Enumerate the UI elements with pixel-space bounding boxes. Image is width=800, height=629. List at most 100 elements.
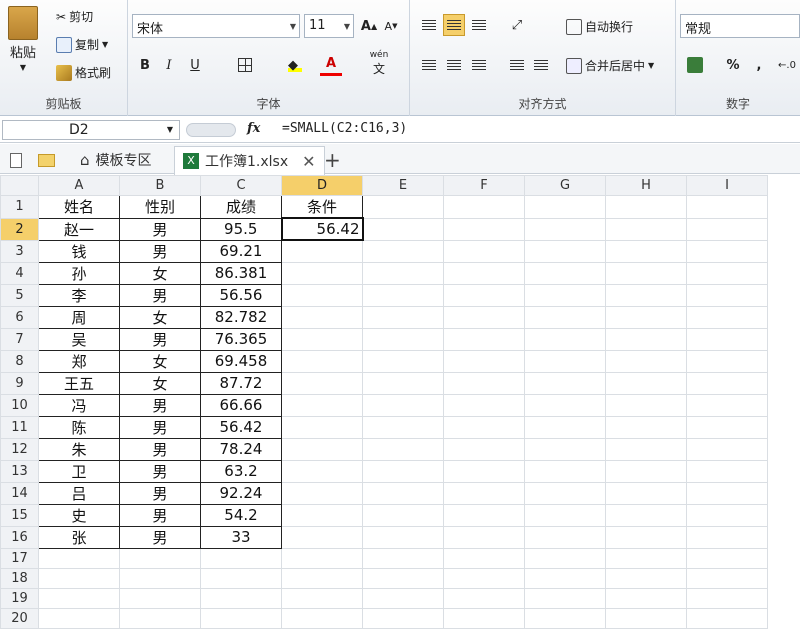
cell-B6[interactable]: 女	[119, 305, 201, 329]
cell-H11[interactable]	[605, 415, 687, 439]
paste-button[interactable]: 粘贴 ▼	[8, 6, 38, 72]
cell-B4[interactable]: 女	[119, 261, 201, 285]
cell-I5[interactable]	[686, 283, 768, 307]
cell-G3[interactable]	[524, 239, 606, 263]
cell-B12[interactable]: 男	[119, 437, 201, 461]
cell-G18[interactable]	[524, 567, 606, 589]
cell-I6[interactable]	[686, 305, 768, 329]
column-header-H[interactable]: H	[605, 175, 687, 196]
row-header-19[interactable]: 19	[0, 587, 39, 609]
tab-workbook[interactable]: X 工作簿1.xlsx ✕	[174, 146, 325, 175]
cell-E7[interactable]	[362, 327, 444, 351]
cell-H12[interactable]	[605, 437, 687, 461]
cell-G10[interactable]	[524, 393, 606, 417]
cell-E13[interactable]	[362, 459, 444, 483]
cell-A5[interactable]: 李	[38, 283, 120, 307]
row-header-11[interactable]: 11	[0, 415, 39, 439]
cell-G6[interactable]	[524, 305, 606, 329]
cell-E9[interactable]	[362, 371, 444, 395]
new-doc-button[interactable]	[2, 146, 30, 174]
cell-H5[interactable]	[605, 283, 687, 307]
cell-B2[interactable]: 男	[119, 217, 201, 241]
formula-bar-splitter[interactable]	[186, 123, 236, 137]
cell-H18[interactable]	[605, 567, 687, 589]
cell-C13[interactable]: 63.2	[200, 459, 282, 483]
row-header-14[interactable]: 14	[0, 481, 39, 505]
cell-E19[interactable]	[362, 587, 444, 609]
cell-F8[interactable]	[443, 349, 525, 373]
cell-F3[interactable]	[443, 239, 525, 263]
cell-C4[interactable]: 86.381	[200, 261, 282, 285]
cell-D11[interactable]	[281, 415, 363, 439]
cell-G13[interactable]	[524, 459, 606, 483]
cell-G7[interactable]	[524, 327, 606, 351]
cell-E8[interactable]	[362, 349, 444, 373]
cell-C16[interactable]: 33	[200, 525, 282, 549]
open-folder-button[interactable]	[30, 146, 63, 174]
cell-F9[interactable]	[443, 371, 525, 395]
column-header-F[interactable]: F	[443, 175, 525, 196]
font-name-select[interactable]: 宋体 ▼	[132, 14, 300, 38]
cell-I1[interactable]	[686, 195, 768, 219]
align-middle-button[interactable]	[443, 14, 465, 36]
cell-E1[interactable]	[362, 195, 444, 219]
cell-I19[interactable]	[686, 587, 768, 609]
align-right-button[interactable]	[468, 54, 490, 76]
cell-E15[interactable]	[362, 503, 444, 527]
cell-B1[interactable]: 性别	[119, 195, 201, 219]
cell-D8[interactable]	[281, 349, 363, 373]
cell-I2[interactable]	[686, 217, 768, 241]
cell-C1[interactable]: 成绩	[200, 195, 282, 219]
cell-C2[interactable]: 95.5	[200, 217, 282, 241]
cell-B20[interactable]	[119, 607, 201, 629]
column-header-A[interactable]: A	[38, 175, 120, 196]
tab-templates[interactable]: ⌂ 模板专区	[72, 146, 160, 174]
cell-I18[interactable]	[686, 567, 768, 589]
row-header-12[interactable]: 12	[0, 437, 39, 461]
cell-B18[interactable]	[119, 567, 201, 589]
align-bottom-button[interactable]	[468, 14, 490, 36]
cell-G19[interactable]	[524, 587, 606, 609]
cell-G4[interactable]	[524, 261, 606, 285]
cell-H8[interactable]	[605, 349, 687, 373]
cell-C8[interactable]: 69.458	[200, 349, 282, 373]
cell-B10[interactable]: 男	[119, 393, 201, 417]
cell-I13[interactable]	[686, 459, 768, 483]
cell-F2[interactable]	[443, 217, 525, 241]
cell-C6[interactable]: 82.782	[200, 305, 282, 329]
accounting-button[interactable]	[684, 54, 706, 76]
cell-G11[interactable]	[524, 415, 606, 439]
cell-D7[interactable]	[281, 327, 363, 351]
cell-G16[interactable]	[524, 525, 606, 549]
cell-D1[interactable]: 条件	[281, 195, 363, 219]
cell-H13[interactable]	[605, 459, 687, 483]
cell-F16[interactable]	[443, 525, 525, 549]
cell-I3[interactable]	[686, 239, 768, 263]
formula-input[interactable]: =SMALL(C2:C16,3)	[276, 120, 798, 140]
cell-I15[interactable]	[686, 503, 768, 527]
cell-E18[interactable]	[362, 567, 444, 589]
align-left-button[interactable]	[418, 54, 440, 76]
border-button[interactable]	[234, 54, 256, 76]
align-top-button[interactable]	[418, 14, 440, 36]
cell-A17[interactable]	[38, 547, 120, 569]
cell-A8[interactable]: 郑	[38, 349, 120, 373]
cell-I16[interactable]	[686, 525, 768, 549]
cell-C10[interactable]: 66.66	[200, 393, 282, 417]
cell-C15[interactable]: 54.2	[200, 503, 282, 527]
number-format-select[interactable]: 常规	[680, 14, 800, 38]
cell-D6[interactable]	[281, 305, 363, 329]
cell-H17[interactable]	[605, 547, 687, 569]
column-header-D[interactable]: D	[281, 175, 363, 196]
font-size-select[interactable]: 11 ▼	[304, 14, 354, 38]
cell-F12[interactable]	[443, 437, 525, 461]
cell-G12[interactable]	[524, 437, 606, 461]
cell-D18[interactable]	[281, 567, 363, 589]
cell-F6[interactable]	[443, 305, 525, 329]
cell-D4[interactable]	[281, 261, 363, 285]
cell-H1[interactable]	[605, 195, 687, 219]
row-header-2[interactable]: 2	[0, 217, 39, 241]
cell-B3[interactable]: 男	[119, 239, 201, 263]
cell-I9[interactable]	[686, 371, 768, 395]
cell-B7[interactable]: 男	[119, 327, 201, 351]
